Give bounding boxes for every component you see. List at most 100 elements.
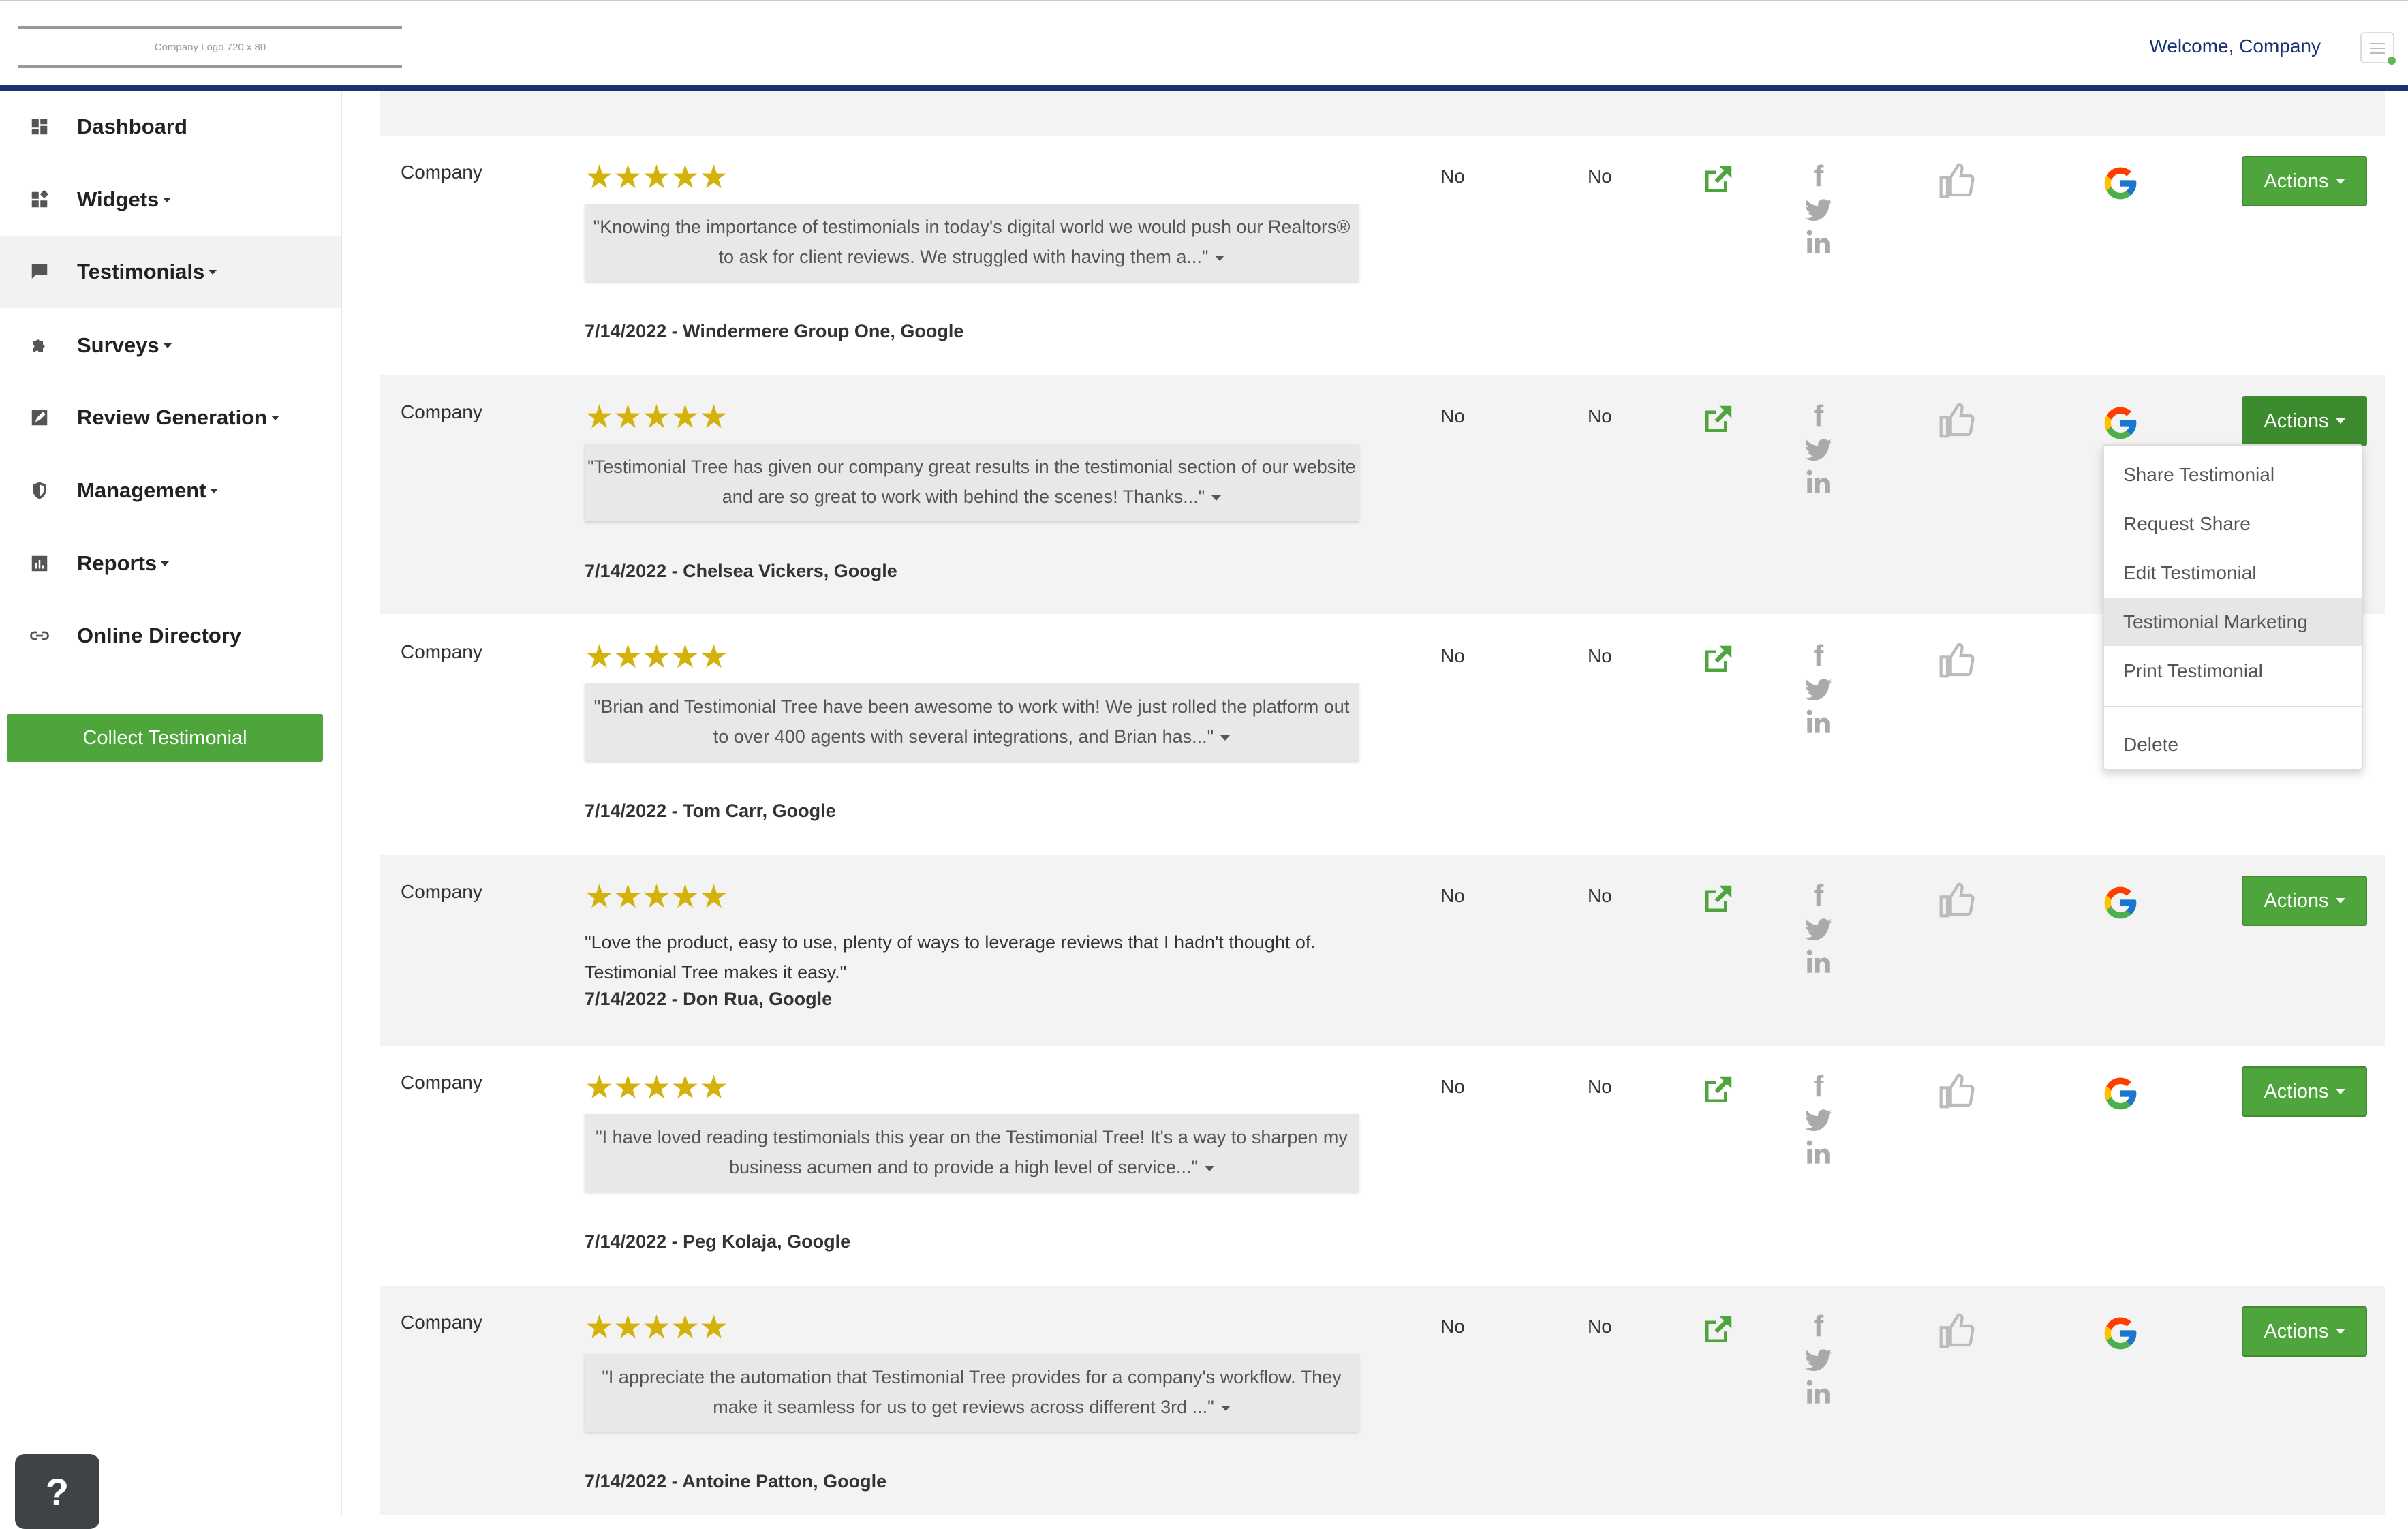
twitter-icon[interactable] [1804, 678, 1833, 704]
sidebar-item-testimonials[interactable]: Testimonials [0, 236, 341, 308]
status-value-1: No [1440, 405, 1465, 427]
facebook-icon[interactable]: f [1814, 399, 1824, 434]
star-icon: ★ [642, 1070, 672, 1106]
external-link-icon[interactable] [1699, 881, 1736, 918]
collect-testimonial-button[interactable]: Collect Testimonial [7, 714, 323, 762]
external-link-icon[interactable] [1699, 1072, 1736, 1109]
star-rating: ★ ★ ★ ★ ★ [585, 399, 728, 435]
facebook-icon[interactable]: f [1814, 1309, 1824, 1344]
menu-item-request-share[interactable]: Request Share [2104, 500, 2362, 548]
status-dot [2388, 57, 2396, 65]
actions-button[interactable]: Actions [2242, 156, 2367, 206]
testimonial-row: Company ★ ★ ★ ★ ★ "Brian and Testimonial Tre… [380, 615, 2385, 854]
facebook-icon[interactable]: f [1814, 159, 1824, 194]
sidebar-item-widgets[interactable]: Widgets [0, 164, 341, 236]
testimonial-quote[interactable]: "Brian and Testimonial Tree have been aw… [585, 683, 1359, 761]
thumbs-up-icon[interactable] [1938, 401, 1976, 439]
actions-button[interactable]: Actions [2242, 1306, 2367, 1357]
facebook-icon[interactable]: f [1814, 638, 1824, 674]
social-share-icons: f [1802, 1309, 1836, 1406]
owner-name: Company [401, 401, 482, 422]
twitter-icon[interactable] [1804, 1348, 1833, 1374]
star-icon: ★ [613, 399, 643, 435]
actions-dropdown-menu: Share Testimonial Request Share Edit Tes… [2103, 444, 2363, 770]
external-link-icon[interactable] [1699, 401, 1736, 438]
star-icon: ★ [699, 1310, 729, 1346]
menu-item-testimonial-marketing[interactable]: Testimonial Marketing [2104, 598, 2362, 646]
caret-down-icon[interactable] [1220, 735, 1231, 741]
sidebar-item-reports[interactable]: Reports [0, 527, 341, 600]
linkedin-icon[interactable] [1804, 1378, 1834, 1406]
twitter-icon[interactable] [1804, 1109, 1833, 1134]
linkedin-icon[interactable] [1804, 708, 1834, 735]
external-link-icon[interactable] [1699, 1312, 1736, 1348]
actions-label: Actions [2264, 1320, 2329, 1342]
caret-down-icon[interactable] [1220, 1405, 1231, 1411]
star-icon: ★ [613, 879, 643, 915]
owner-name: Company [401, 1072, 482, 1093]
star-rating: ★ ★ ★ ★ ★ [585, 1310, 729, 1346]
menu-item-share-testimonial[interactable]: Share Testimonial [2104, 451, 2362, 499]
facebook-icon[interactable]: f [1814, 1069, 1824, 1105]
star-icon: ★ [670, 1070, 700, 1106]
caret-down-icon [2335, 1089, 2345, 1094]
thumbs-up-icon[interactable] [1938, 641, 1976, 679]
external-link-icon[interactable] [1699, 161, 1736, 198]
thumbs-up-icon[interactable] [1938, 161, 1976, 200]
caret-down-icon[interactable] [1204, 1165, 1214, 1171]
menu-item-edit-testimonial[interactable]: Edit Testimonial [2104, 549, 2362, 597]
external-link-icon[interactable] [1699, 641, 1736, 678]
menu-item-print-testimonial[interactable]: Print Testimonial [2104, 647, 2362, 695]
menu-icon[interactable] [2360, 32, 2396, 65]
testimonial-row: Company ★ ★ ★ ★ ★ "I appreciate the automati… [380, 1286, 2385, 1515]
testimonial-quote[interactable]: "Testimonial Tree has given our company … [585, 444, 1359, 521]
sidebar: Dashboard Widgets Testimonials Surveys R… [0, 91, 342, 1515]
linkedin-icon[interactable] [1804, 1139, 1834, 1166]
twitter-icon[interactable] [1804, 918, 1833, 944]
linkedin-icon[interactable] [1804, 228, 1834, 256]
sidebar-item-surveys[interactable]: Surveys [0, 309, 341, 382]
caret-down-icon [2335, 1329, 2345, 1334]
help-button[interactable]: ? [15, 1454, 99, 1529]
welcome-text[interactable]: Welcome, Company [2149, 35, 2321, 57]
sidebar-item-label: Management [77, 478, 206, 502]
actions-button[interactable]: Actions [2242, 396, 2367, 446]
star-icon: ★ [699, 1070, 729, 1106]
testimonial-quote[interactable]: "I have loved reading testimonials this … [585, 1114, 1359, 1192]
thumbs-up-icon[interactable] [1938, 881, 1976, 919]
facebook-icon[interactable]: f [1814, 878, 1824, 914]
company-logo[interactable]: Company Logo 720 x 80 [18, 26, 402, 68]
thumbs-up-icon[interactable] [1938, 1312, 1976, 1350]
owner-name: Company [401, 161, 482, 183]
twitter-icon[interactable] [1804, 438, 1833, 464]
menu-item-delete[interactable]: Delete [2104, 721, 2362, 769]
actions-button[interactable]: Actions [2242, 1066, 2367, 1117]
linkedin-icon[interactable] [1804, 948, 1834, 975]
thumbs-up-icon[interactable] [1938, 1072, 1976, 1110]
caret-down-icon [209, 269, 217, 275]
sidebar-item-label: Dashboard [77, 114, 187, 138]
sidebar-item-label: Surveys [77, 333, 159, 357]
status-value-1: No [1440, 1076, 1465, 1097]
sidebar-item-review-generation[interactable]: Review Generation [0, 382, 341, 454]
twitter-icon[interactable] [1804, 198, 1833, 224]
shield-icon [27, 480, 52, 501]
star-icon: ★ [585, 1070, 615, 1106]
edit-square-icon [27, 407, 52, 429]
quote-text: "Brian and Testimonial Tree have been aw… [593, 696, 1350, 747]
sidebar-item-management[interactable]: Management [0, 454, 341, 527]
sidebar-item-dashboard[interactable]: Dashboard [0, 91, 341, 163]
google-icon [2104, 886, 2137, 919]
testimonial-row: Company ★ ★ ★ ★ ★ "Knowing the importance of… [380, 136, 2385, 374]
testimonial-quote[interactable]: "I appreciate the automation that Testim… [585, 1354, 1359, 1432]
testimonial-quote[interactable]: "Knowing the importance of testimonials … [585, 204, 1359, 281]
sidebar-item-label: Reports [77, 551, 157, 575]
caret-down-icon[interactable] [1211, 495, 1222, 501]
caret-down-icon[interactable] [1215, 255, 1225, 261]
owner-name: Company [401, 1312, 482, 1333]
star-rating: ★ ★ ★ ★ ★ [585, 1070, 729, 1106]
sidebar-item-online-directory[interactable]: Online Directory [0, 600, 341, 672]
linkedin-icon[interactable] [1804, 468, 1834, 495]
star-icon: ★ [585, 879, 615, 915]
actions-button[interactable]: Actions [2242, 876, 2367, 926]
